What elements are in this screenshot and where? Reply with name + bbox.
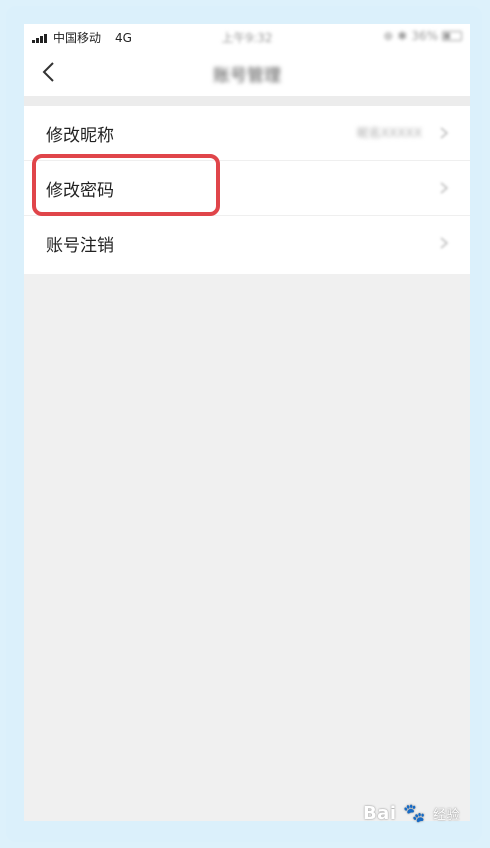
watermark-suffix: 经验 bbox=[432, 808, 460, 823]
battery-percent: 36% bbox=[411, 29, 438, 43]
settings-item-label: 账号注销 bbox=[46, 236, 114, 256]
chevron-right-icon bbox=[440, 127, 449, 139]
baidu-watermark: Bai 🐾 经验 bbox=[363, 803, 460, 824]
chevron-right-icon bbox=[440, 237, 449, 249]
settings-item-change-nickname[interactable]: 修改昵称 昵名XXXXX bbox=[24, 106, 470, 161]
chevron-right-icon bbox=[440, 182, 449, 194]
phone-screen: 中国移动 4G 上午9:32 ⊕ ✱ 36% 账号管理 修改昵称 昵名XXXXX bbox=[24, 24, 470, 821]
highlight-box bbox=[32, 154, 220, 216]
settings-item-cancel-account[interactable]: 账号注销 bbox=[24, 216, 470, 274]
status-bar: 中国移动 4G 上午9:32 ⊕ ✱ 36% bbox=[24, 24, 470, 48]
battery-icon bbox=[442, 31, 462, 41]
bluetooth-icon: ✱ bbox=[397, 29, 408, 43]
watermark-text: Bai bbox=[362, 803, 397, 824]
nav-bar: 账号管理 bbox=[24, 48, 470, 96]
settings-item-label: 修改昵称 bbox=[46, 126, 114, 146]
paw-icon: 🐾 bbox=[403, 803, 427, 824]
section-divider bbox=[24, 96, 470, 106]
page-title: 账号管理 bbox=[213, 66, 281, 86]
nickname-value: 昵名XXXXX bbox=[356, 126, 422, 140]
alarm-icon: ⊕ bbox=[383, 29, 394, 43]
status-right: ⊕ ✱ 36% bbox=[383, 29, 462, 43]
